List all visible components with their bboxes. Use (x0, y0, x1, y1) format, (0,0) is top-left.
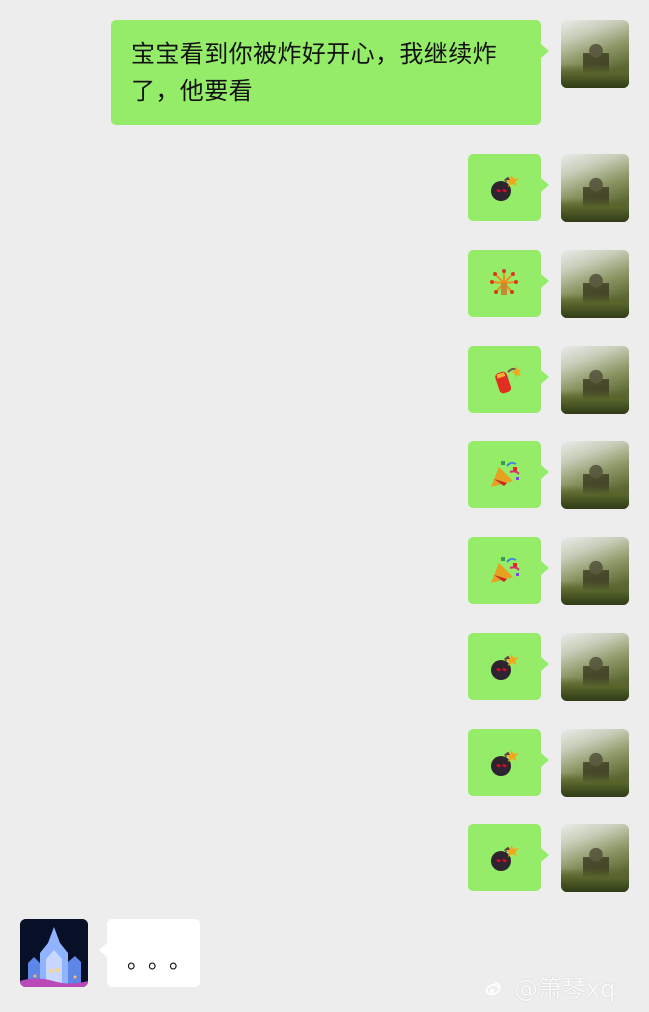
bomb-icon (491, 845, 519, 871)
grass-background (561, 868, 629, 892)
grass-background (561, 64, 629, 88)
avatar[interactable] (561, 729, 629, 797)
emoji-message-bubble[interactable] (468, 537, 549, 604)
avatar[interactable] (561, 537, 629, 605)
bomb-icon (491, 654, 519, 680)
emoji-message-bubble[interactable] (468, 346, 549, 413)
avatar[interactable] (561, 20, 629, 88)
avatar[interactable] (561, 441, 629, 509)
avatar[interactable] (561, 824, 629, 892)
chat-screen: 宝宝看到你被炸好开心，我继续炸了，他要看 。。。 @箫琴xq (0, 0, 649, 1012)
watermark: @箫琴xq (482, 974, 642, 1004)
emoji-message-bubble[interactable] (468, 441, 549, 508)
party-popper-icon (491, 461, 520, 487)
bomb-icon (491, 175, 519, 201)
grass-background (561, 294, 629, 318)
emoji-message-bubble[interactable] (468, 729, 549, 796)
emoji-message-bubble[interactable] (468, 824, 549, 891)
avatar[interactable] (561, 250, 629, 318)
avatar[interactable] (561, 154, 629, 222)
firecracker-icon (495, 366, 521, 394)
emoji-message-bubble[interactable] (468, 633, 549, 700)
party-popper-icon (491, 557, 520, 583)
received-message-text: 。。。 (127, 949, 202, 974)
received-message-bubble[interactable]: 。。。 (99, 919, 202, 987)
emoji-message-bubble[interactable] (468, 250, 549, 317)
avatar[interactable] (561, 633, 629, 701)
fireworks-icon (490, 269, 518, 295)
castle-avatar-image (20, 919, 88, 987)
emoji-message-bubble[interactable] (468, 154, 549, 221)
grass-background (561, 773, 629, 797)
avatar[interactable] (20, 919, 88, 987)
grass-background (561, 390, 629, 414)
bomb-icon (491, 750, 519, 776)
grass-background (561, 677, 629, 701)
weibo-icon (485, 982, 501, 996)
sent-message-text: 宝宝看到你被炸好开心，我继续炸了，他要看 (131, 40, 497, 105)
watermark-text: @箫琴xq (514, 975, 616, 1003)
sent-message-bubble[interactable]: 宝宝看到你被炸好开心，我继续炸了，他要看 (111, 20, 549, 125)
grass-background (561, 581, 629, 605)
grass-background (561, 485, 629, 509)
grass-background (561, 198, 629, 222)
avatar[interactable] (561, 346, 629, 414)
